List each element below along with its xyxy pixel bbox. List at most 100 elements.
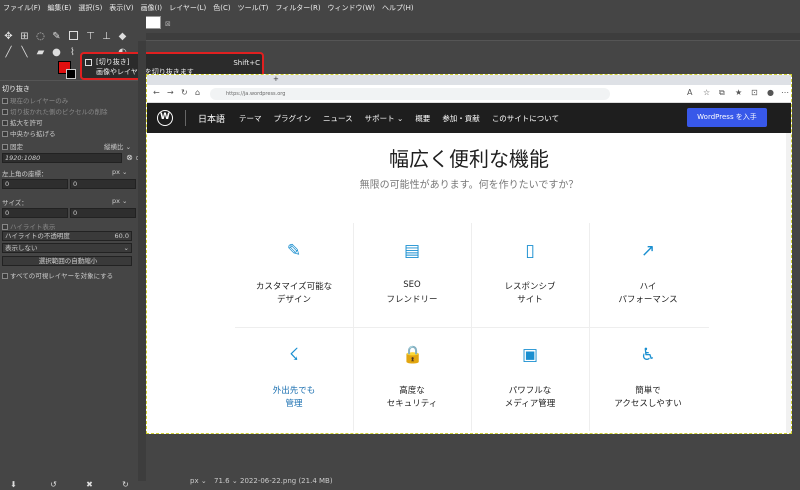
feature-responsive-site[interactable]: ▯ レスポンシブ サイト (471, 223, 589, 327)
browser-tab-bar: + (147, 75, 791, 85)
more-icon[interactable]: ⋯ (781, 88, 789, 97)
menu-image[interactable]: 画像(I) (141, 3, 163, 13)
nav-plugins[interactable]: プラグイン (274, 113, 312, 124)
feature-label: ハイ (639, 282, 657, 292)
transform-tool-icon[interactable]: ⊤ (85, 31, 96, 42)
position-unit-select[interactable]: px ⌄ (112, 168, 128, 176)
reload-icon[interactable]: ↻ (181, 88, 188, 97)
read-aloud-icon[interactable]: A (687, 88, 692, 97)
fixed-mode-select[interactable]: 縦横比 ⌄ (104, 141, 131, 151)
menu-bar: ファイル(F) 編集(E) 選択(S) 表示(V) 画像(I) レイヤー(L) … (0, 0, 800, 15)
highlight-option[interactable]: ハイライト表示 (2, 221, 55, 231)
warp-tool-icon[interactable]: ⊥ (101, 31, 112, 42)
vertical-ruler[interactable] (138, 41, 146, 481)
feature-manage-on-the-go[interactable]: ☇ 外出先でも 管理 (235, 327, 353, 431)
browser-toolbar: ← → ↻ ⌂ https://ja.wordpress.org A ☆ ⧉ ★… (147, 85, 791, 103)
image-canvas[interactable]: + ← → ↻ ⌂ https://ja.wordpress.org A ☆ ⧉… (146, 74, 792, 434)
horizontal-ruler[interactable] (146, 33, 800, 41)
toolbox: ✥ ⊞ ◌ ✎ ⊤ ⊥ ◆ ╱ ╲ ▰ ● ⌇ ◐ 切り抜き 現在のレイヤーのみ… (0, 15, 146, 490)
favorite-icon[interactable]: ☆ (703, 88, 710, 97)
bucket-fill-icon[interactable]: ◆ (117, 31, 128, 42)
pencil-icon[interactable]: ╱ (3, 47, 14, 58)
allow-grow-option[interactable]: 拡大を許可 (2, 117, 43, 127)
feature-media-management[interactable]: ▣ パワフルな メディア管理 (471, 327, 589, 431)
feature-customizable-design[interactable]: ✎ カスタマイズ可能な デザイン (235, 223, 353, 327)
aspect-ratio-input[interactable]: 1920:1080 (2, 153, 122, 163)
reset-preset-icon[interactable]: ↻ (120, 479, 131, 490)
nav-this-site[interactable]: このサイトについて (492, 113, 559, 124)
close-tab-icon[interactable]: ⊠ (165, 20, 171, 28)
crop-tool-icon[interactable] (69, 31, 78, 40)
feature-advanced-security[interactable]: 🔒 高度な セキュリティ (353, 327, 471, 431)
wordpress-logo-icon[interactable]: W (157, 110, 173, 126)
menu-layer[interactable]: レイヤー(L) (169, 3, 206, 13)
size-x-input[interactable]: 0 (2, 208, 68, 218)
tooltip-title: [切り抜き] (96, 58, 130, 66)
profile-icon[interactable]: ● (767, 88, 774, 97)
feature-seo-friendly[interactable]: ▤ SEO フレンドリー (353, 223, 471, 327)
feature-accessible[interactable]: ♿ 簡単で アクセスしやすい (589, 327, 707, 431)
feature-label: レスポンシブ (504, 282, 556, 292)
nav-news[interactable]: ニュース (323, 113, 353, 124)
fixed-mode-value: 縦横比 (104, 143, 124, 151)
get-wordpress-button[interactable]: WordPress を入手 (687, 108, 767, 127)
fixed-option[interactable]: 固定 (2, 141, 23, 151)
zoom-select[interactable]: 71.6 ⌄ (214, 477, 238, 485)
collections-icon[interactable]: ⧉ (719, 88, 725, 98)
restore-preset-icon[interactable]: ↺ (48, 479, 59, 490)
home-icon[interactable]: ⌂ (195, 88, 200, 97)
brush-tool-icon[interactable]: ╲ (19, 47, 30, 58)
wordpress-nav: W 日本語 テーマ プラグイン ニュース サポート ⌄ 概要 参加・貢献 このサ… (147, 103, 791, 133)
menu-edit[interactable]: 編集(E) (48, 3, 72, 13)
save-preset-icon[interactable]: ⬇ (8, 479, 19, 490)
browser-scrollbar[interactable] (786, 133, 791, 433)
from-center-option[interactable]: 中央から拡げる (2, 128, 56, 138)
all-layers-label: すべての可視レイヤーを対象にする (10, 272, 114, 280)
menu-color[interactable]: 色(C) (213, 3, 230, 13)
size-y-input[interactable]: 0 (70, 208, 136, 218)
size-unit-select[interactable]: px ⌄ (112, 197, 128, 205)
menu-filters[interactable]: フィルター(R) (275, 3, 320, 13)
menu-file[interactable]: ファイル(F) (3, 3, 41, 13)
delete-preset-icon[interactable]: ✖ (84, 479, 95, 490)
site-brand[interactable]: 日本語 (198, 112, 225, 125)
nav-support[interactable]: サポート ⌄ (365, 113, 404, 124)
favorites-bar-icon[interactable]: ★ (735, 88, 742, 97)
menu-tools[interactable]: ツール(T) (238, 3, 269, 13)
delete-pixels-label: 切り抜かれた側のピクセルの削除 (10, 108, 108, 116)
background-color-swatch[interactable] (66, 69, 76, 79)
nav-themes[interactable]: テーマ (239, 113, 262, 124)
extensions-icon[interactable]: ⊡ (751, 88, 758, 97)
fuzzy-select-icon[interactable]: ✎ (51, 31, 62, 42)
position-x-input[interactable]: 0 (2, 179, 68, 189)
highlight-opacity-slider[interactable]: ハイライトの不透明度 60.0 (2, 231, 132, 241)
menu-windows[interactable]: ウィンドウ(W) (328, 3, 375, 13)
forward-icon[interactable]: → (167, 88, 174, 97)
menu-view[interactable]: 表示(V) (109, 3, 133, 13)
menu-help[interactable]: ヘルプ(H) (382, 3, 414, 13)
clone-icon[interactable]: ● (51, 47, 62, 58)
current-layer-option[interactable]: 現在のレイヤーのみ (2, 95, 68, 105)
smudge-icon[interactable]: ⌇ (67, 47, 78, 58)
position-y-input[interactable]: 0 (70, 179, 136, 189)
guide-select[interactable]: 表示しない ⌄ (2, 243, 132, 253)
delete-pixels-option[interactable]: 切り抜かれた側のピクセルの削除 (2, 106, 108, 116)
eraser-icon[interactable]: ▰ (35, 47, 46, 58)
accessibility-icon: ♿ (640, 345, 656, 365)
align-tool-icon[interactable]: ⊞ (19, 31, 30, 42)
all-layers-option[interactable]: すべての可視レイヤーを対象にする (2, 270, 113, 280)
free-select-icon[interactable]: ◌ (35, 31, 46, 42)
menu-select[interactable]: 選択(S) (78, 3, 102, 13)
new-tab-icon[interactable]: + (273, 75, 279, 83)
unit-select[interactable]: px ⌄ (190, 477, 207, 485)
nav-get-involved[interactable]: 参加・貢献 (442, 113, 480, 124)
feature-label: セキュリティ (386, 399, 438, 409)
address-bar[interactable]: https://ja.wordpress.org (210, 88, 610, 100)
lock-icon: 🔒 (402, 345, 424, 365)
nav-about[interactable]: 概要 (415, 113, 430, 124)
move-tool-icon[interactable]: ✥ (3, 31, 14, 42)
back-icon[interactable]: ← (153, 88, 160, 97)
auto-shrink-button[interactable]: 選択範囲の自動縮小 (2, 256, 132, 266)
feature-label: フレンドリー (386, 295, 438, 305)
feature-high-performance[interactable]: ↗ ハイ パフォーマンス (589, 223, 707, 327)
